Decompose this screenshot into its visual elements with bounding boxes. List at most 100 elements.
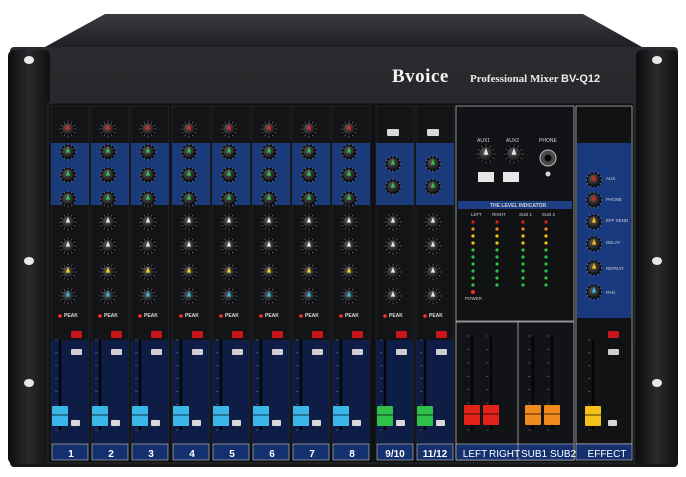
meter-led-2-1[interactable] (521, 227, 525, 231)
aux2-button[interactable] (503, 172, 519, 182)
mixer-photo: Bvoice Professional Mixer BV-Q12 1 2 3 4… (0, 0, 686, 472)
channel-label-6: 6 (269, 449, 275, 460)
stereo-sub-button-9-10[interactable] (396, 349, 407, 355)
stereo-main-button-11-12[interactable] (436, 331, 447, 338)
phone-level-knob[interactable] (545, 171, 551, 177)
meter-led-3-5[interactable] (544, 255, 548, 259)
sub-button-5[interactable] (232, 349, 243, 355)
sub-output-section[interactable] (517, 321, 575, 461)
peak-led-5[interactable] (219, 314, 223, 318)
sub-button-3[interactable] (151, 349, 162, 355)
meter-led-1-8[interactable] (495, 276, 499, 280)
peak-led-7[interactable] (299, 314, 303, 318)
peak-led-2[interactable] (98, 314, 102, 318)
peak-led-3[interactable] (138, 314, 142, 318)
meter-led-0-7[interactable] (471, 269, 475, 273)
meter-led-1-6[interactable] (495, 262, 499, 266)
peak-led-4[interactable] (179, 314, 183, 318)
effect-main-button[interactable] (608, 331, 619, 338)
meter-led-1-9[interactable] (495, 283, 499, 287)
output-label-effect: EFFECT (587, 449, 627, 460)
power-led[interactable] (471, 290, 475, 294)
peak-label: PEAK (64, 313, 78, 319)
meter-led-1-2[interactable] (495, 234, 499, 238)
pfl-button-1[interactable] (71, 420, 80, 426)
meter-led-2-4[interactable] (521, 248, 525, 252)
meter-led-1-4[interactable] (495, 248, 499, 252)
peak-label: PEAK (345, 313, 359, 319)
peak-led-8[interactable] (339, 314, 343, 318)
pfl-button-6[interactable] (272, 420, 281, 426)
sub-button-1[interactable] (71, 349, 82, 355)
effect-pfl-button[interactable] (608, 420, 617, 426)
peak-led-6[interactable] (259, 314, 263, 318)
meter-led-3-1[interactable] (544, 227, 548, 231)
main-button-6[interactable] (272, 331, 283, 338)
meter-led-2-9[interactable] (521, 283, 525, 287)
stereo-peak-led-11-12[interactable] (423, 314, 427, 318)
meter-led-3-6[interactable] (544, 262, 548, 266)
sub-button-6[interactable] (272, 349, 283, 355)
sub-button-2[interactable] (111, 349, 122, 355)
meter-led-3-0[interactable] (544, 220, 548, 224)
stereo-sub-button-11-12[interactable] (436, 349, 447, 355)
meter-led-2-7[interactable] (521, 269, 525, 273)
meter-led-3-2[interactable] (544, 234, 548, 238)
meter-led-2-3[interactable] (521, 241, 525, 245)
sub-button-8[interactable] (352, 349, 363, 355)
sub-button-7[interactable] (312, 349, 323, 355)
aux1-label: AUX1 (477, 138, 491, 144)
meter-led-1-5[interactable] (495, 255, 499, 259)
meter-led-2-6[interactable] (521, 262, 525, 266)
pfl-button-2[interactable] (111, 420, 120, 426)
sub-button-4[interactable] (192, 349, 203, 355)
meter-led-1-1[interactable] (495, 227, 499, 231)
meter-led-0-3[interactable] (471, 241, 475, 245)
meter-led-0-5[interactable] (471, 255, 475, 259)
stereo-pfl-button-9-10[interactable] (396, 420, 405, 426)
input-switch-9-10[interactable] (387, 129, 399, 136)
meter-led-0-0[interactable] (471, 220, 475, 224)
meter-led-0-2[interactable] (471, 234, 475, 238)
meter-led-2-2[interactable] (521, 234, 525, 238)
input-switch-11-12[interactable] (427, 129, 439, 136)
product-title: Professional Mixer (470, 73, 559, 85)
main-button-5[interactable] (232, 331, 243, 338)
main-button-2[interactable] (111, 331, 122, 338)
pfl-button-3[interactable] (151, 420, 160, 426)
meter-led-2-8[interactable] (521, 276, 525, 280)
main-button-3[interactable] (151, 331, 162, 338)
main-button-4[interactable] (192, 331, 203, 338)
meter-led-1-0[interactable] (495, 220, 499, 224)
meter-led-3-9[interactable] (544, 283, 548, 287)
meter-led-0-4[interactable] (471, 248, 475, 252)
meter-led-1-3[interactable] (495, 241, 499, 245)
stereo-peak-led-9-10[interactable] (383, 314, 387, 318)
pfl-button-7[interactable] (312, 420, 321, 426)
main-button-7[interactable] (312, 331, 323, 338)
meter-led-0-1[interactable] (471, 227, 475, 231)
aux1-button[interactable] (478, 172, 494, 182)
meter-led-3-7[interactable] (544, 269, 548, 273)
pfl-button-4[interactable] (192, 420, 201, 426)
stereo-main-button-9-10[interactable] (396, 331, 407, 338)
meter-led-3-4[interactable] (544, 248, 548, 252)
meter-led-3-3[interactable] (544, 241, 548, 245)
effect-knob-label-aux: AUX (606, 176, 616, 181)
stereo-pfl-button-11-12[interactable] (436, 420, 445, 426)
pfl-button-5[interactable] (232, 420, 241, 426)
meter-led-0-8[interactable] (471, 276, 475, 280)
meter-led-0-9[interactable] (471, 283, 475, 287)
power-label: POWER (465, 296, 483, 301)
meter-led-1-7[interactable] (495, 269, 499, 273)
peak-led-1[interactable] (58, 314, 62, 318)
meter-led-2-0[interactable] (521, 220, 525, 224)
main-output-section[interactable] (455, 321, 520, 461)
meter-led-0-6[interactable] (471, 262, 475, 266)
main-button-1[interactable] (71, 331, 82, 338)
meter-led-2-5[interactable] (521, 255, 525, 259)
pfl-button-8[interactable] (352, 420, 361, 426)
effect-sub-button[interactable] (608, 349, 619, 355)
main-button-8[interactable] (352, 331, 363, 338)
meter-led-3-8[interactable] (544, 276, 548, 280)
